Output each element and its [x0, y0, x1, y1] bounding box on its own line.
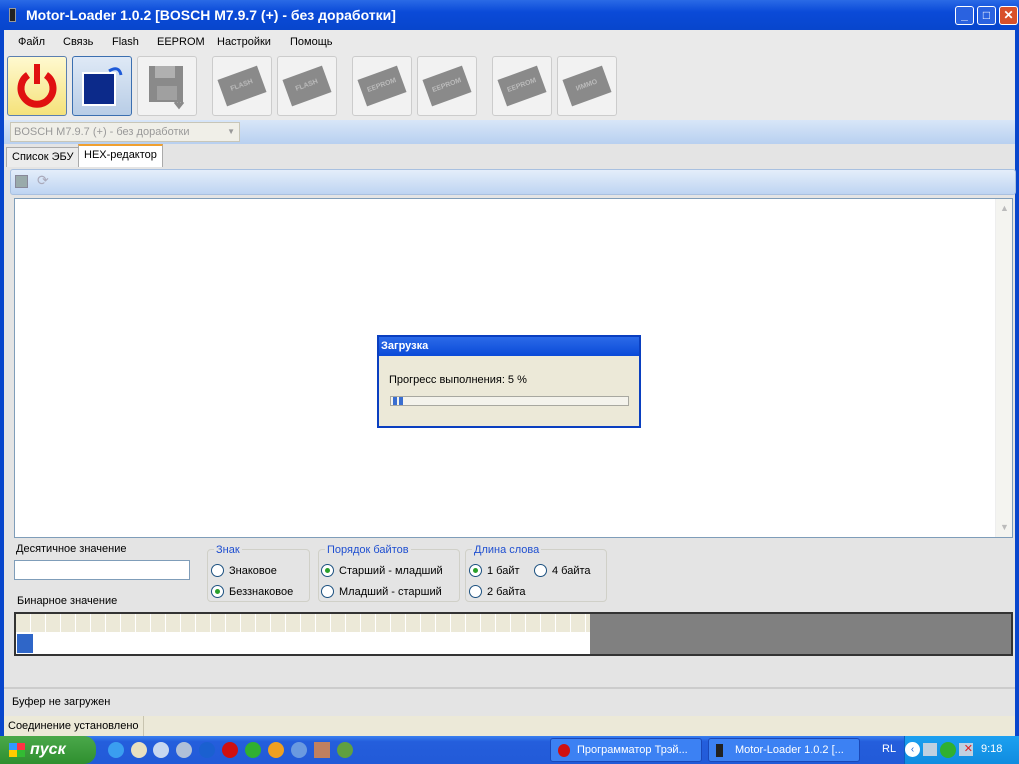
- write-flash-button[interactable]: FLASH: [277, 56, 337, 116]
- decimal-label: Десятичное значение: [16, 543, 127, 555]
- network-disconnected-icon[interactable]: ✕: [959, 743, 973, 756]
- opera-icon: [558, 744, 570, 757]
- connection-status: Соединение установлено: [4, 716, 144, 736]
- close-button[interactable]: ✕: [999, 6, 1018, 25]
- byte-order-group: Порядок байтов Старший - младший Младший…: [318, 544, 460, 602]
- tray-expand-icon[interactable]: ‹: [905, 742, 920, 757]
- vertical-scrollbar[interactable]: ▲ ▼: [995, 199, 1012, 537]
- dialog-title: Загрузка: [379, 337, 639, 356]
- sign-group-title: Знак: [214, 544, 242, 556]
- quicklaunch-icon[interactable]: [153, 742, 169, 758]
- app-icon: [9, 8, 16, 22]
- app-icon: [716, 744, 723, 757]
- radio-4-bytes[interactable]: 4 байта: [534, 564, 591, 577]
- folder-open-icon: [82, 67, 123, 106]
- chip-read-icon: EEPROM: [357, 65, 407, 107]
- status-bar: Соединение установлено: [4, 716, 1015, 736]
- hex-toolbar: ⟳: [10, 169, 1016, 195]
- globe-icon[interactable]: [199, 742, 215, 758]
- radio-signed[interactable]: Знаковое: [211, 564, 277, 577]
- quicklaunch-icon[interactable]: [131, 742, 147, 758]
- network-icon[interactable]: [923, 743, 937, 756]
- read-flash-button[interactable]: FLASH: [212, 56, 272, 116]
- quicklaunch-icon[interactable]: [314, 742, 330, 758]
- radio-1-byte[interactable]: 1 байт: [469, 564, 520, 577]
- scroll-up-icon[interactable]: ▲: [997, 201, 1012, 216]
- immo-off-button[interactable]: ИММО: [557, 56, 617, 116]
- bit-cell[interactable]: [17, 634, 33, 653]
- progress-fill: [393, 397, 405, 405]
- bit-ruler: [16, 614, 590, 632]
- bit-row: [16, 632, 590, 654]
- chip-read-icon: FLASH: [217, 65, 267, 107]
- menu-flash[interactable]: Flash: [112, 36, 139, 48]
- gear-icon[interactable]: [337, 742, 353, 758]
- tab-hex-editor[interactable]: HEX-редактор: [78, 144, 163, 167]
- erase-eeprom-button[interactable]: EEPROM: [492, 56, 552, 116]
- chip-write-icon: FLASH: [282, 65, 332, 107]
- radio-unsigned[interactable]: Беззнаковое: [211, 585, 293, 598]
- save-button[interactable]: [137, 56, 197, 116]
- network-icon[interactable]: [245, 742, 261, 758]
- menu-settings[interactable]: Настройки: [217, 36, 271, 48]
- floppy-icon: [149, 66, 185, 110]
- taskbar: пуск Программатор Трэй... Motor-Loader 1…: [0, 736, 1019, 764]
- start-button[interactable]: пуск: [0, 736, 96, 764]
- menu-bar: Файл Связь Flash EEPROM Настройки Помощь: [4, 30, 1015, 54]
- window-title: Motor-Loader 1.0.2 [BOSCH M7.9.7 (+) - б…: [26, 7, 396, 23]
- open-button[interactable]: [72, 56, 132, 116]
- maximize-button[interactable]: □: [977, 6, 996, 25]
- save-icon[interactable]: [15, 175, 28, 188]
- title-bar: Motor-Loader 1.0.2 [BOSCH M7.9.7 (+) - б…: [0, 0, 1019, 30]
- word-length-title: Длина слова: [472, 544, 542, 556]
- task-motor-loader[interactable]: Motor-Loader 1.0.2 [...: [708, 738, 860, 762]
- radio-2-bytes[interactable]: 2 байта: [469, 585, 526, 598]
- power-button[interactable]: [7, 56, 67, 116]
- task-programmer-tray[interactable]: Программатор Трэй...: [550, 738, 702, 762]
- refresh-icon[interactable]: ⟳: [37, 172, 49, 189]
- clock: 9:18: [981, 743, 1003, 755]
- radio-little-endian[interactable]: Младший - старший: [321, 585, 442, 598]
- quicklaunch-icon[interactable]: [291, 742, 307, 758]
- chip-x-icon: ИММО: [562, 65, 612, 107]
- menu-help[interactable]: Помощь: [290, 36, 333, 48]
- opera-icon[interactable]: [222, 742, 238, 758]
- binary-label: Бинарное значение: [17, 595, 118, 607]
- tab-ecu-list[interactable]: Список ЭБУ: [6, 147, 80, 167]
- sign-group: Знак Знаковое Беззнаковое: [207, 544, 310, 602]
- chevron-down-icon: ▼: [227, 127, 235, 136]
- system-tray: ‹ ✕ 9:18: [904, 736, 1019, 764]
- radio-big-endian[interactable]: Старший - младший: [321, 564, 443, 577]
- menu-connection[interactable]: Связь: [63, 36, 93, 48]
- main-toolbar: FLASH FLASH EEPROM EEPROM EEPROM ИММО: [4, 54, 1015, 120]
- progress-message: Прогресс выполнения: 5 %: [389, 374, 527, 386]
- menu-file[interactable]: Файл: [18, 36, 45, 48]
- quicklaunch-icon[interactable]: [176, 742, 192, 758]
- chip-erase-icon: EEPROM: [497, 65, 547, 107]
- windows-logo-icon: [9, 743, 25, 757]
- buffer-status: Буфер не загружен: [4, 687, 1015, 713]
- progress-bar: [390, 396, 629, 406]
- write-eeprom-button[interactable]: EEPROM: [417, 56, 477, 116]
- ecu-select-value: BOSCH M7.9.7 (+) - без доработки: [14, 126, 190, 138]
- ie-icon[interactable]: [108, 742, 124, 758]
- word-length-group: Длина слова 1 байт 4 байта 2 байта: [465, 544, 607, 602]
- media-player-icon[interactable]: [268, 742, 284, 758]
- ecu-select[interactable]: BOSCH M7.9.7 (+) - без доработки ▼: [10, 122, 240, 142]
- byte-order-title: Порядок байтов: [325, 544, 411, 556]
- decimal-input[interactable]: [14, 560, 190, 580]
- loading-dialog: Загрузка Прогресс выполнения: 5 %: [377, 335, 641, 428]
- menu-eeprom[interactable]: EEPROM: [157, 36, 205, 48]
- language-indicator[interactable]: RL: [882, 743, 896, 755]
- power-icon: [17, 64, 57, 108]
- minimize-button[interactable]: _: [955, 6, 974, 25]
- read-eeprom-button[interactable]: EEPROM: [352, 56, 412, 116]
- binary-view[interactable]: [14, 612, 1013, 656]
- chip-write-icon: EEPROM: [422, 65, 472, 107]
- scroll-down-icon[interactable]: ▼: [997, 520, 1012, 535]
- wireless-icon[interactable]: [940, 742, 956, 758]
